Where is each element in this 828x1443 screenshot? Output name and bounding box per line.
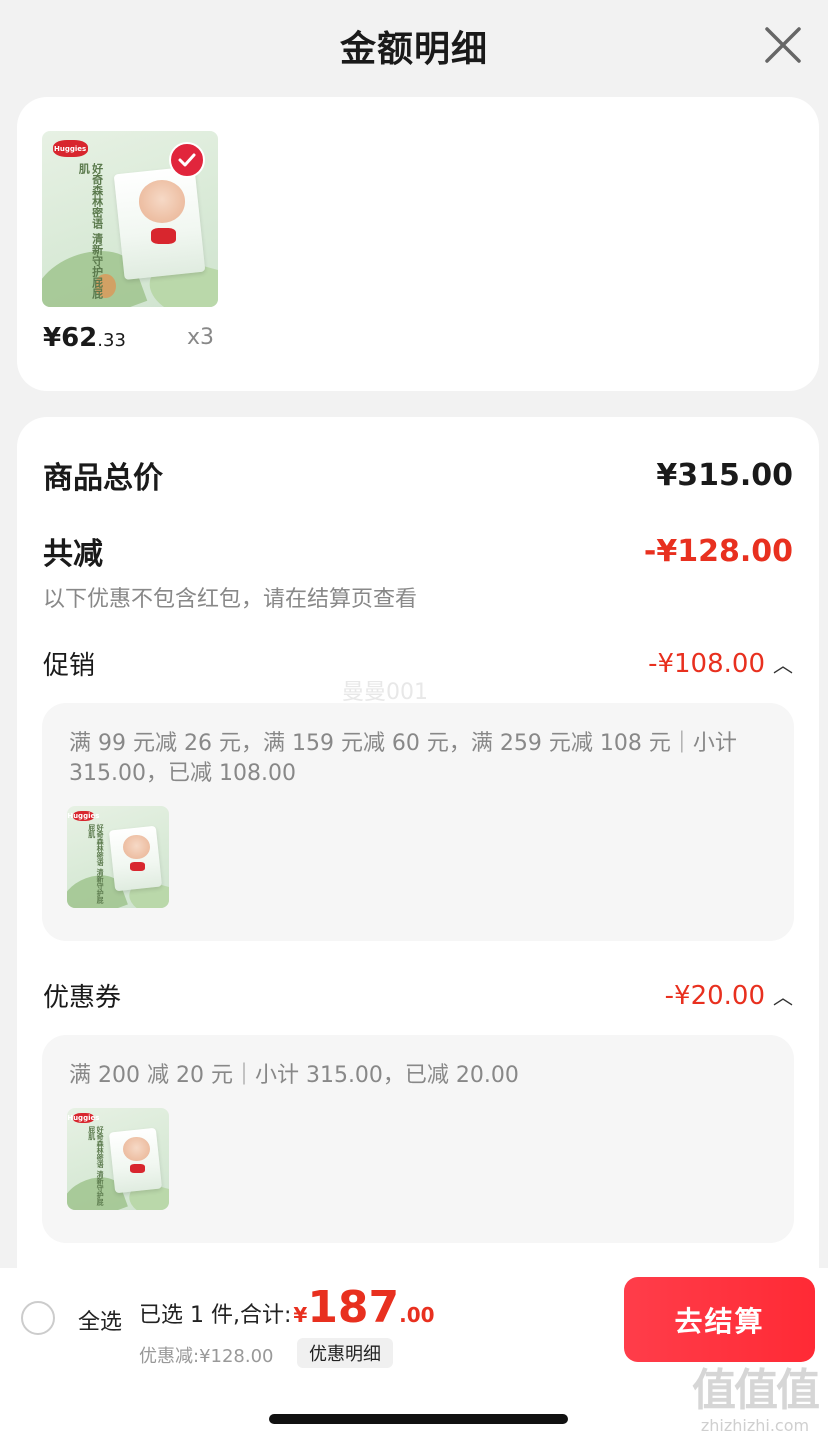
promo-product-thumbnail[interactable]: Huggies 好奇森林密语 清新守护屁屁肌 (67, 806, 169, 908)
pack-logo (130, 1164, 145, 1174)
coupon-product-thumbnail[interactable]: Huggies 好奇森林密语 清新守护屁屁肌 (67, 1108, 169, 1210)
selected-count-text: 已选 1 件,合计: (139, 1303, 292, 1328)
total-reduction-value: -¥128.00 (643, 533, 793, 569)
total-reduction-row: 共减 -¥128.00 (43, 529, 793, 573)
coupon-row[interactable]: 优惠券 -¥20.00 ︿ (43, 977, 793, 1014)
select-all-label[interactable]: 全选 (78, 1304, 122, 1336)
total-reduction-label: 共减 (43, 537, 103, 572)
coupon-rule-text: 满 200 减 20 元｜小计 315.00，已减 20.00 (69, 1063, 519, 1088)
discount-summary: 优惠减:¥128.00 (139, 1346, 274, 1367)
brand-logo: Huggies (67, 811, 100, 822)
product-slogan: 好奇森林密语 清新守护屁屁肌 (87, 824, 105, 904)
order-summary: 已选 1 件,合计: ¥187.00 (139, 1282, 435, 1333)
coupon-label: 优惠券 (43, 983, 122, 1013)
order-total: ¥187.00 (293, 1282, 435, 1333)
total-price-value: ¥315.00 (656, 457, 793, 493)
pack-logo (151, 227, 176, 244)
site-url: zhizhizhi.com (700, 1416, 810, 1435)
baby-image (123, 834, 150, 860)
home-indicator[interactable] (269, 1414, 568, 1424)
brand-logo: Huggies (67, 1113, 100, 1124)
coupon-value: -¥20.00 ︿ (664, 980, 793, 1011)
price-detail-card: 商品总价 ¥315.00 共减 -¥128.00 以下优惠不包含红包，请在结算页… (17, 417, 819, 1277)
page-title: 金额明细 (339, 29, 488, 70)
promo-rule-text: 满 99 元减 26 元，满 159 元减 60 元，满 259 元减 108 … (69, 731, 737, 786)
user-watermark: 曼曼001 (342, 680, 428, 705)
chevron-up-icon[interactable]: ︿ (773, 649, 793, 678)
checkmark-icon[interactable] (169, 142, 205, 178)
discount-detail-button[interactable]: 优惠明细 (297, 1338, 393, 1368)
coupon-detail-box: 满 200 减 20 元｜小计 315.00，已减 20.00 Huggies … (42, 1035, 794, 1243)
total-price-label: 商品总价 (43, 461, 163, 496)
baby-image (138, 180, 185, 223)
close-icon[interactable] (762, 24, 804, 66)
product-unit-price: ¥62.33 (43, 323, 126, 353)
total-price-row: 商品总价 ¥315.00 (43, 453, 793, 497)
promo-label: 促销 (43, 651, 96, 681)
promo-value: -¥108.00 ︿ (648, 648, 793, 679)
product-card: Huggies 好奇森林密语 清新守护屁屁肌 ¥62.33 x3 (17, 97, 819, 391)
pack-logo (130, 862, 145, 872)
discount-note: 以下优惠不包含红包，请在结算页查看 (43, 587, 418, 612)
product-quantity: x3 (187, 325, 215, 350)
checkout-button[interactable]: 去结算 (624, 1277, 815, 1362)
brand-logo: Huggies (52, 139, 88, 158)
product-slogan: 好奇森林密语 清新守护屁屁肌 (87, 1126, 105, 1206)
baby-image (123, 1136, 150, 1162)
checkout-bar: 全选 已选 1 件,合计: ¥187.00 优惠减:¥128.00 优惠明细 去… (0, 1268, 828, 1368)
modal-header: 金额明细 (0, 0, 828, 92)
product-slogan: 好奇森林密语 清新守护屁屁肌 (77, 162, 104, 299)
select-all-radio[interactable] (21, 1301, 55, 1335)
chevron-up-icon[interactable]: ︿ (773, 981, 793, 1010)
site-watermark: 值值值 zhizhizhi.com (692, 1365, 820, 1436)
promo-detail-box: 满 99 元减 26 元，满 159 元减 60 元，满 259 元减 108 … (42, 703, 794, 941)
site-logo: 值值值 (692, 1365, 820, 1416)
